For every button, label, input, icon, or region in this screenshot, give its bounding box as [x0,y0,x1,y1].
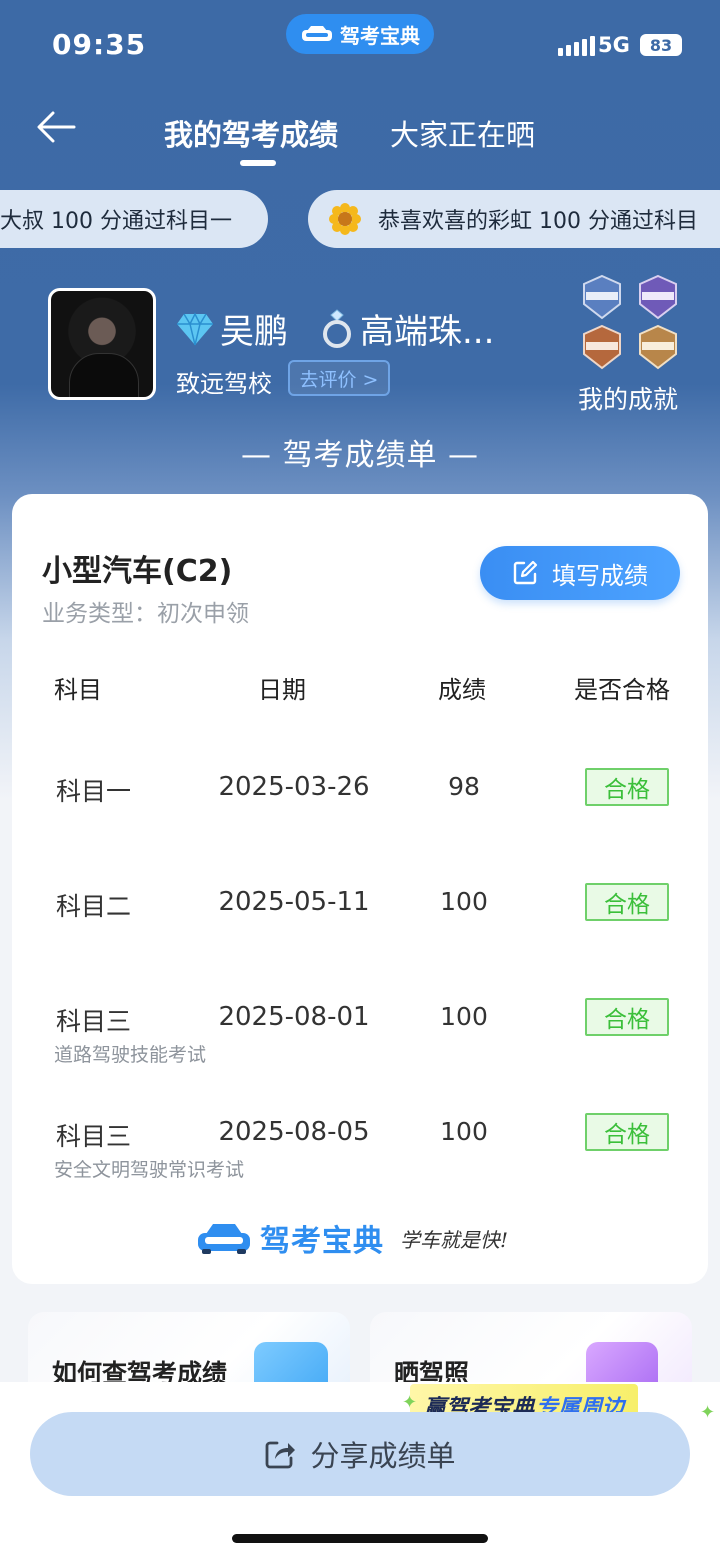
row-score: 100 [440,887,488,916]
home-indicator [232,1534,488,1543]
brand-slogan: 学车就是快! [400,1227,509,1252]
share-icon [266,1441,296,1469]
header-score: 成绩 [438,676,486,704]
battery-icon: 83 [640,34,682,56]
ticker-text: 恭喜欢喜的彩虹 100 分通过科目 [378,209,698,234]
network-type: 5G [598,33,630,57]
app-badge[interactable]: 驾考宝典 [286,14,434,54]
user-info: 吴鹏 高端珠... [176,304,494,353]
sparkle-icon: ✦ [700,1402,716,1423]
business-type: 业务类型：初次申领 [42,601,249,627]
sparkle-icon: ✦ [402,1392,418,1413]
header-subject: 科目 [54,676,102,704]
edit-icon [513,560,538,585]
row-subject: 科目二 [56,892,132,921]
back-arrow-icon[interactable] [36,110,76,144]
row-date: 2025-08-05 [218,1117,370,1147]
school-name: 致远驾校 [176,370,272,398]
brand-footer: 驾考宝典 学车就是快! [196,1216,508,1260]
badge-icon [639,324,677,370]
row-subject: 科目三 [56,1007,132,1036]
brand-name: 驾考宝典 [260,1224,384,1259]
share-score-label: 分享成绩单 [310,1439,456,1473]
pass-badge: 合格 [585,998,669,1036]
header-pass: 是否合格 [574,676,670,704]
row-note: 道路驾驶技能考试 [54,1044,207,1066]
status-bar: 09:35 驾考宝典 5G 83 [0,0,720,90]
row-score: 100 [440,1117,488,1146]
row-score: 100 [440,1002,488,1031]
status-time: 09:35 [52,28,147,61]
ticker-item[interactable]: 恭喜欢喜的彩虹 100 分通过科目 [308,190,720,248]
row-date: 2025-03-26 [218,772,370,802]
row-score: 98 [448,772,480,801]
fill-score-button[interactable]: 填写成绩 [480,546,680,600]
diamond-icon [177,311,213,345]
ticker-item[interactable]: 大叔 100 分通过科目一 [0,190,268,248]
ticker-text: 大叔 100 分通过科目一 [0,209,232,234]
row-subject: 科目一 [56,777,132,806]
car-logo-icon [198,1224,250,1254]
tab-my-scores[interactable]: 我的驾考成绩 [164,112,338,154]
user-name: 吴鹏 [220,312,288,352]
badge-icon [639,274,677,320]
avatar[interactable] [48,288,156,400]
score-sheet-title: — 驾考成绩单 — [240,438,480,473]
score-card: 小型汽车(C2) 业务类型：初次申领 填写成绩 科目 日期 成绩 是否合格 科目… [12,494,708,1284]
badge-icon [583,274,621,320]
pass-badge: 合格 [585,768,669,806]
active-tab-indicator [240,160,276,166]
flower-icon [329,203,361,235]
user-title: 高端珠... [360,312,495,352]
app-badge-label: 驾考宝典 [340,23,420,48]
header-date: 日期 [258,676,306,704]
fill-score-label: 填写成绩 [552,561,648,590]
car-logo-icon [302,26,332,41]
pass-badge: 合格 [585,883,669,921]
tab-everyone-sharing[interactable]: 大家正在晒 [390,112,535,154]
pass-badge: 合格 [585,1113,669,1151]
achievements-label[interactable]: 我的成就 [578,380,678,416]
row-subject: 科目三 [56,1122,132,1151]
ring-icon [323,308,351,348]
row-note: 安全文明驾驶常识考试 [54,1159,245,1181]
vehicle-type: 小型汽车(C2) [42,554,233,589]
battery-level: 83 [649,35,673,55]
share-score-button[interactable]: 分享成绩单 [30,1412,690,1496]
signal-icon [558,36,595,56]
row-date: 2025-08-01 [218,1002,370,1032]
row-date: 2025-05-11 [218,887,370,917]
badge-icon [583,324,621,370]
evaluate-button[interactable]: 去评价 > [288,360,390,396]
